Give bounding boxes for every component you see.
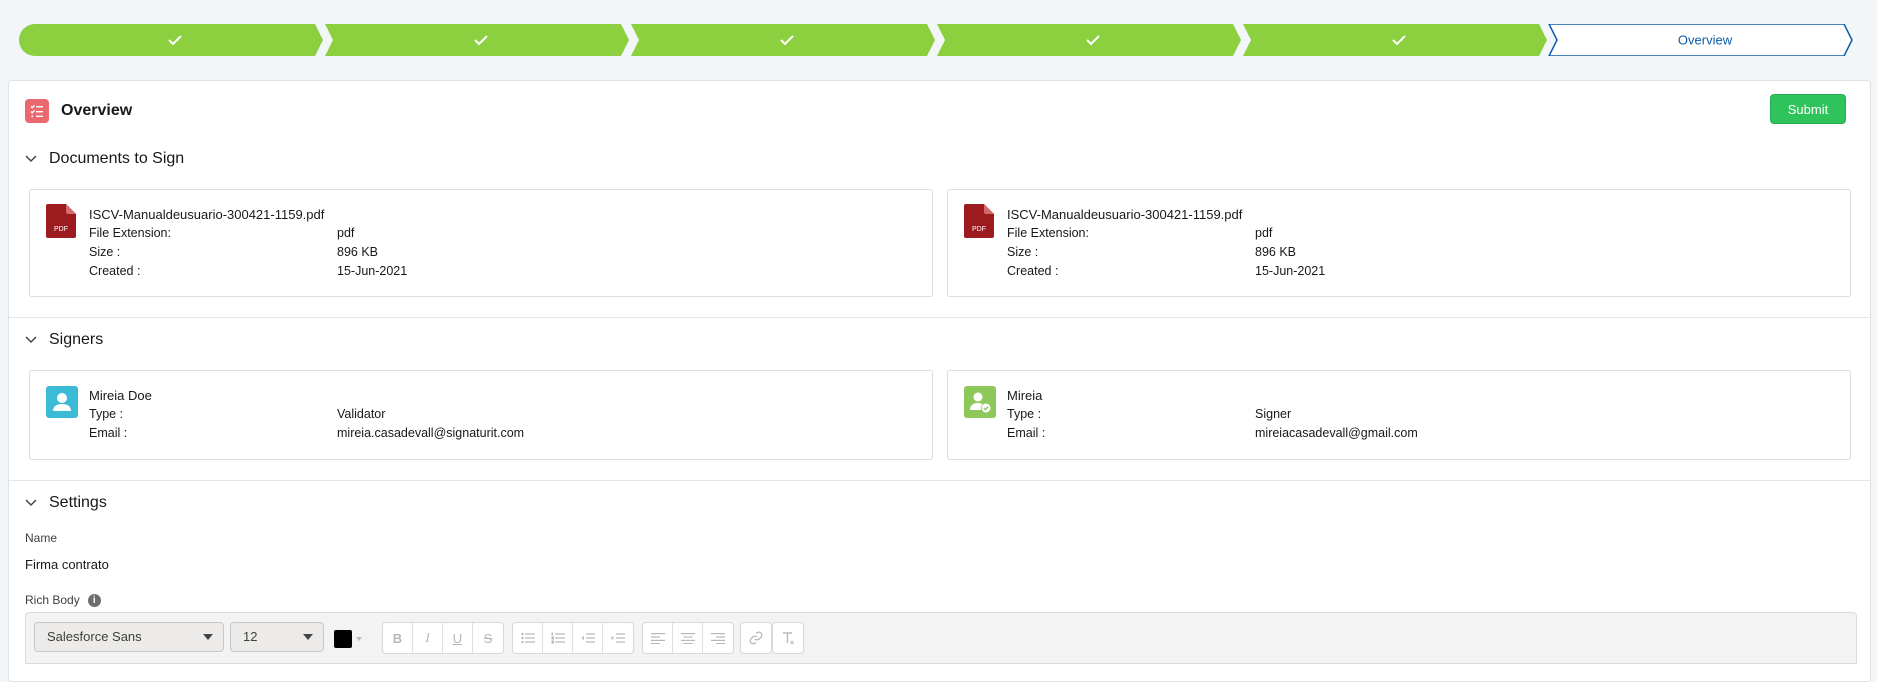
document-card[interactable]: PDF ISCV-Manualdeusuario-300421-1159.pdf…	[947, 189, 1851, 297]
link-button-group	[740, 622, 772, 654]
align-center-button[interactable]	[673, 623, 703, 653]
numbered-list-button[interactable]	[543, 623, 573, 653]
svg-text:PDF: PDF	[54, 226, 68, 233]
svg-text:PDF: PDF	[972, 226, 986, 233]
font-family-select[interactable]: Salesforce Sans	[34, 622, 224, 652]
align-right-button[interactable]	[703, 623, 733, 653]
divider	[9, 317, 1870, 318]
documents-section-toggle[interactable]: Documents to Sign	[21, 147, 184, 171]
document-card[interactable]: PDF ISCV-Manualdeusuario-300421-1159.pdf…	[29, 189, 933, 297]
field-label: Size :	[89, 245, 121, 259]
signer-name: Mireia	[1007, 388, 1043, 403]
path-stage-3[interactable]	[631, 24, 935, 56]
italic-button[interactable]: I	[413, 623, 443, 653]
bulleted-list-button[interactable]	[513, 623, 543, 653]
field-label: Type :	[1007, 407, 1042, 421]
task-list-icon	[25, 99, 49, 123]
field-label: Created :	[1007, 264, 1059, 278]
text-color-button[interactable]	[334, 630, 352, 648]
align-right-icon	[711, 633, 725, 644]
path-stage-1[interactable]	[19, 24, 323, 56]
field-value: 896 KB	[1255, 245, 1297, 259]
caret-down-icon	[303, 634, 313, 640]
align-left-button[interactable]	[643, 623, 673, 653]
document-name: ISCV-Manualdeusuario-300421-1159.pdf	[1007, 207, 1243, 222]
caret-down-icon[interactable]	[356, 637, 362, 641]
format-button-group: B I U S	[382, 622, 504, 654]
field-value: 15-Jun-2021	[337, 264, 408, 278]
document-name: ISCV-Manualdeusuario-300421-1159.pdf	[89, 207, 325, 222]
bold-button[interactable]: B	[383, 623, 413, 653]
strikethrough-button[interactable]: S	[473, 623, 503, 653]
field-label: Type :	[89, 407, 124, 421]
field-value: 15-Jun-2021	[1255, 264, 1326, 278]
align-left-icon	[650, 633, 665, 644]
path-stage-label: Overview	[1678, 33, 1733, 48]
contact-icon	[46, 386, 78, 418]
signer-name: Mireia Doe	[89, 388, 152, 403]
rich-body-label-text: Rich Body	[25, 593, 80, 607]
font-size-select[interactable]: 12	[230, 622, 324, 652]
user-check-icon	[964, 386, 996, 418]
clear-formatting-icon	[783, 632, 794, 645]
numbered-list-icon	[551, 632, 565, 644]
font-family-value: Salesforce Sans	[47, 629, 142, 644]
align-center-icon	[680, 633, 695, 644]
caret-down-icon	[203, 634, 213, 640]
section-title: Documents to Sign	[49, 150, 185, 167]
name-value[interactable]: Firma contrato	[25, 557, 109, 572]
field-value: mireia.casadevall@signaturit.com	[337, 426, 525, 440]
card-header: Overview	[25, 98, 132, 124]
field-label: File Extension:	[1007, 226, 1089, 240]
submit-button[interactable]: Submit	[1770, 94, 1846, 124]
field-label: Size :	[1007, 245, 1039, 259]
indent-button[interactable]	[603, 623, 633, 653]
settings-section-toggle[interactable]: Settings	[21, 491, 107, 515]
clear-formatting-button[interactable]	[773, 623, 803, 653]
overview-card: Overview Submit Documents to Sign PDF IS…	[8, 80, 1871, 682]
section-title: Signers	[49, 331, 104, 348]
divider	[9, 480, 1870, 481]
signer-card[interactable]: Mireia Type : Signer Email : mireiacasad…	[947, 370, 1851, 460]
info-icon[interactable]: i	[87, 594, 101, 608]
field-label: Email :	[1007, 426, 1046, 440]
pdf-file-icon: PDF	[46, 204, 76, 238]
field-label: Created :	[89, 264, 141, 278]
field-value: mireiacasadevall@gmail.com	[1255, 426, 1418, 440]
link-button[interactable]	[741, 623, 771, 653]
bulleted-list-icon	[520, 632, 535, 644]
field-value: pdf	[1255, 226, 1273, 240]
link-icon	[749, 631, 763, 645]
indent-icon	[611, 633, 625, 643]
rich-text-toolbar: Salesforce Sans 12 B I U S	[25, 612, 1857, 664]
outdent-button[interactable]	[573, 623, 603, 653]
list-button-group	[512, 622, 634, 654]
name-label: Name	[25, 531, 58, 545]
page-title: Overview	[61, 102, 133, 119]
align-button-group	[642, 622, 734, 654]
clear-format-button-group	[772, 622, 804, 654]
underline-button[interactable]: U	[443, 623, 473, 653]
chevron-down-icon	[21, 330, 41, 350]
field-value: pdf	[337, 226, 355, 240]
field-value: 896 KB	[337, 245, 379, 259]
path-stage-5[interactable]	[1243, 24, 1547, 56]
pdf-file-icon: PDF	[964, 204, 994, 238]
path-stage-2[interactable]	[325, 24, 629, 56]
outdent-icon	[581, 633, 595, 643]
signer-card[interactable]: Mireia Doe Type : Validator Email : mire…	[29, 370, 933, 460]
progress-path: Overview	[19, 24, 1853, 56]
font-size-value: 12	[243, 629, 258, 644]
signers-section-toggle[interactable]: Signers	[21, 328, 103, 352]
path-stages-graphic: Overview	[19, 24, 1853, 56]
field-value: Signer	[1255, 407, 1292, 421]
chevron-down-icon	[21, 493, 41, 513]
chevron-down-icon	[21, 149, 41, 169]
field-label: Email :	[89, 426, 128, 440]
field-value: Validator	[337, 407, 386, 421]
path-stage-4[interactable]	[937, 24, 1241, 56]
rich-body-label: Rich Body i	[25, 593, 101, 608]
field-label: File Extension:	[89, 226, 171, 240]
section-title: Settings	[49, 494, 107, 511]
